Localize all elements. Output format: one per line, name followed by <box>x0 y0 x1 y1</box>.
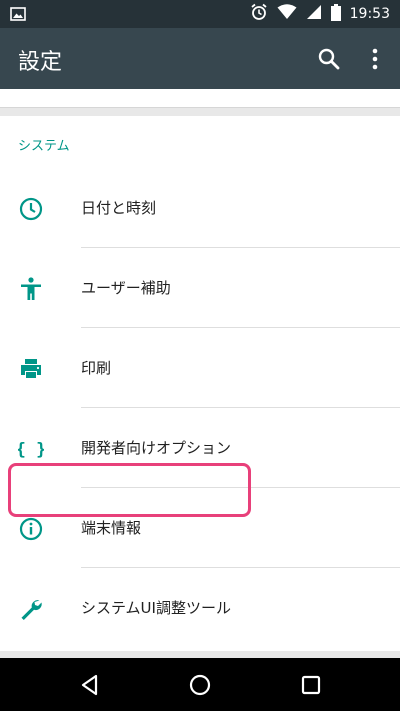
settings-item-label: 日付と時刻 <box>81 199 157 217</box>
svg-text:{ }: { } <box>18 440 44 460</box>
settings-item-date-time[interactable]: 日付と時刻 <box>0 168 400 248</box>
signal-icon <box>306 4 322 24</box>
back-icon[interactable] <box>76 671 104 699</box>
clock-time: 19:53 <box>349 6 390 22</box>
wifi-icon <box>277 4 297 24</box>
settings-item-system-ui-tuner[interactable]: システムUI調整ツール <box>0 568 400 648</box>
section-title: システム <box>18 139 70 154</box>
braces-icon: { } <box>16 436 47 462</box>
wrench-icon <box>18 596 44 622</box>
battery-icon <box>330 3 341 25</box>
highlight-box <box>8 463 251 517</box>
settings-item-label: ユーザー補助 <box>81 279 171 297</box>
accessibility-icon <box>18 276 44 302</box>
page-title: 設定 <box>18 50 63 75</box>
settings-item-label: システムUI調整ツール <box>81 599 231 617</box>
settings-item-print[interactable]: 印刷 <box>0 328 400 408</box>
more-vert-icon[interactable] <box>362 46 388 72</box>
settings-item-accessibility[interactable]: ユーザー補助 <box>0 248 400 328</box>
settings-item-label: 開発者向けオプション <box>81 439 232 457</box>
previous-section-card <box>0 89 400 108</box>
image-icon <box>10 6 26 25</box>
system-section-card: システム 日付と時刻 ユーザー補助 印刷 { } 開発者向けオプション 端末情報 <box>0 116 400 651</box>
status-bar: 19:53 <box>0 0 400 28</box>
info-icon <box>18 516 44 542</box>
app-toolbar: 設定 <box>0 28 400 89</box>
settings-item-label: 端末情報 <box>81 519 142 537</box>
print-icon <box>18 356 44 382</box>
clock-icon <box>18 196 44 222</box>
recents-icon[interactable] <box>297 671 325 699</box>
navigation-bar <box>0 658 400 711</box>
search-icon[interactable] <box>316 46 342 72</box>
home-icon[interactable] <box>186 671 214 699</box>
settings-item-label: 印刷 <box>81 359 112 377</box>
alarm-icon <box>250 3 268 25</box>
